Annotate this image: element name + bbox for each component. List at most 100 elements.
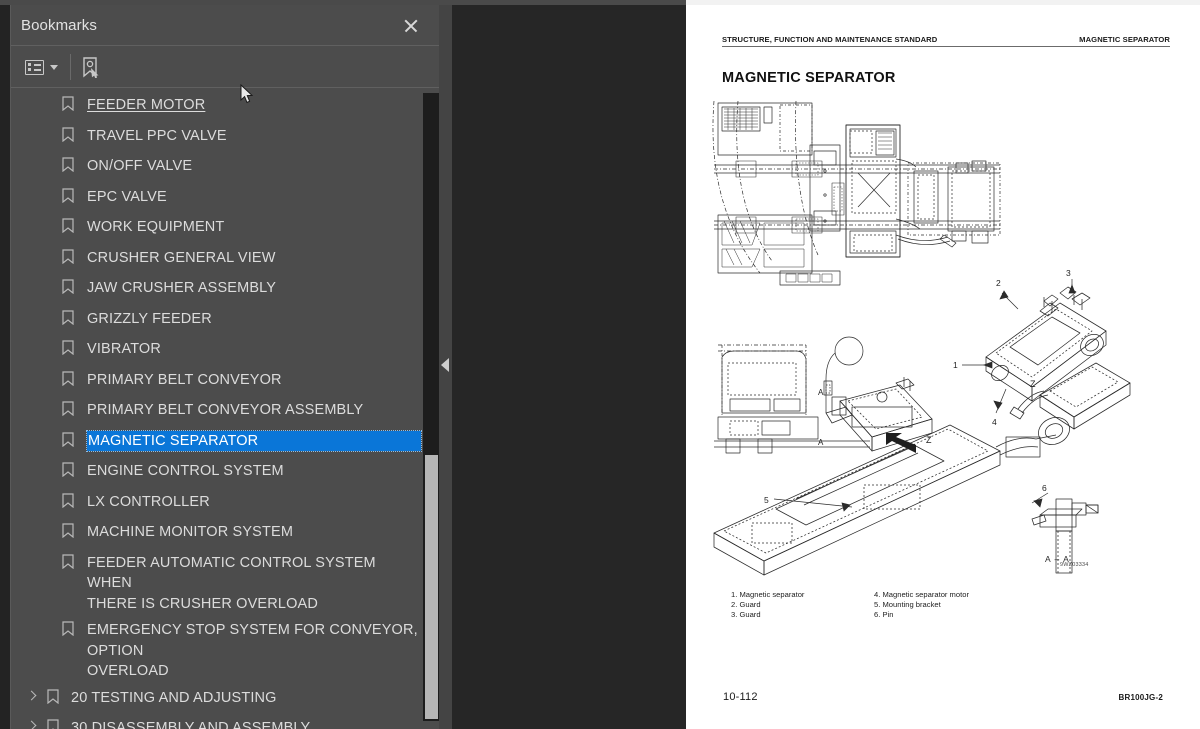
- bookmark-item-label: CRUSHER GENERAL VIEW: [87, 249, 276, 266]
- bookmark-item[interactable]: EMERGENCY STOP SYSTEM FOR CONVEYOR, OPTI…: [11, 614, 440, 682]
- chevron-down-icon: [50, 64, 58, 70]
- bookmark-item[interactable]: ENGINE CONTROL SYSTEM: [11, 455, 440, 486]
- header-right-text: MAGNETIC SEPARATOR: [1079, 35, 1170, 44]
- page-footer: 10-112 BR100JG-2: [723, 691, 1163, 703]
- legend-item: 4. Magnetic separator motor: [874, 590, 969, 599]
- close-icon[interactable]: [401, 16, 421, 36]
- svg-text:4: 4: [992, 417, 997, 427]
- bookmark-item[interactable]: 20 TESTING AND ADJUSTING: [11, 682, 440, 713]
- bookmark-item-label: WORK EQUIPMENT: [87, 219, 225, 235]
- bookmark-icon: [62, 96, 74, 111]
- bookmark-options-button[interactable]: [25, 55, 58, 79]
- bookmark-item-label: PRIMARY BELT CONVEYOR: [87, 371, 282, 388]
- new-bookmark-icon: [81, 56, 101, 78]
- bookmark-icon: [62, 401, 74, 416]
- svg-text:6: 6: [1042, 483, 1047, 493]
- bookmark-icon: [62, 431, 74, 447]
- bookmark-icon: [62, 462, 74, 477]
- bookmark-item-label: 20 TESTING AND ADJUSTING: [71, 689, 277, 706]
- bookmark-icon: [62, 621, 74, 636]
- bookmark-item[interactable]: JAW CRUSHER ASSEMBLY: [11, 272, 440, 303]
- bookmark-item-label: 30 DISASSEMBLY AND ASSEMBLY: [71, 720, 311, 729]
- bookmark-icon: [62, 309, 74, 325]
- bookmarks-list[interactable]: FEEDER MOTOR TRAVEL PPC VALVE ON/OFF VALVE…: [11, 89, 440, 729]
- document-viewer-backdrop: [452, 5, 686, 729]
- drawing-code: 9WZ03334: [1060, 562, 1089, 568]
- bookmark-item[interactable]: FEEDER MOTOR: [11, 89, 440, 120]
- svg-text:A: A: [818, 438, 824, 447]
- bookmark-item-label: LX CONTROLLER: [87, 493, 210, 510]
- bookmark-item-label: PRIMARY BELT CONVEYOR ASSEMBLY: [87, 402, 364, 418]
- bookmark-item-label: ON/OFF VALVE: [87, 158, 193, 174]
- bookmark-item-label: MACHINE MONITOR SYSTEM: [87, 524, 294, 540]
- bookmark-item-label: EPC VALVE: [87, 188, 167, 205]
- list-options-icon: [25, 59, 44, 75]
- bookmark-icon: [62, 492, 74, 508]
- bookmark-item-label: FEEDER MOTOR: [87, 97, 206, 113]
- header-left-text: STRUCTURE, FUNCTION AND MAINTENANCE STAN…: [722, 35, 938, 44]
- bookmark-item-label: TRAVEL PPC VALVE: [87, 127, 227, 144]
- svg-text:Z: Z: [1030, 379, 1036, 389]
- bookmark-icon: [62, 340, 74, 355]
- bookmark-item[interactable]: CRUSHER GENERAL VIEW: [11, 242, 440, 273]
- bookmark-icon: [62, 157, 74, 172]
- bookmark-icon: [62, 126, 74, 142]
- legend-item: 5. Mounting bracket: [874, 600, 941, 610]
- bookmark-icon: [62, 279, 74, 294]
- bookmark-item[interactable]: TRAVEL PPC VALVE: [11, 120, 440, 151]
- bookmark-item[interactable]: PRIMARY BELT CONVEYOR ASSEMBLY: [11, 394, 440, 425]
- new-bookmark-button[interactable]: [81, 55, 101, 79]
- bookmark-item[interactable]: MACHINE MONITOR SYSTEM: [11, 516, 440, 547]
- bookmark-item[interactable]: MAGNETIC SEPARATOR: [11, 425, 440, 456]
- svg-text:1: 1: [953, 360, 958, 370]
- legend-column-left: 1. Magnetic separator 2. Guard 3. Guard: [731, 590, 804, 621]
- bookmarks-panel-header: Bookmarks: [11, 5, 439, 46]
- bookmark-icon: [62, 553, 74, 569]
- bookmark-item-label: FEEDER AUTOMATIC CONTROL SYSTEM WHEN THE…: [87, 554, 376, 612]
- bookmark-item[interactable]: EPC VALVE: [11, 181, 440, 212]
- bookmark-icon: [62, 218, 74, 233]
- bookmark-item[interactable]: LX CONTROLLER: [11, 486, 440, 517]
- page-number: 10-112: [723, 691, 758, 703]
- bookmark-icon: [47, 688, 59, 704]
- bookmark-icon: [47, 719, 59, 729]
- bookmark-icon: [62, 248, 74, 264]
- legend-item: 3. Guard: [731, 610, 761, 620]
- page-title: MAGNETIC SEPARATOR: [722, 70, 896, 86]
- bookmark-item-label: EMERGENCY STOP SYSTEM FOR CONVEYOR, OPTI…: [87, 622, 418, 679]
- bookmark-icon: [62, 370, 74, 386]
- bookmark-icon: [62, 187, 74, 203]
- panel-title: Bookmarks: [21, 17, 97, 34]
- svg-text:A: A: [818, 388, 824, 397]
- model-number: BR100JG-2: [1118, 693, 1163, 702]
- document-running-header: STRUCTURE, FUNCTION AND MAINTENANCE STAN…: [722, 35, 1170, 47]
- bookmarks-toolbar: [11, 46, 439, 88]
- bookmark-item-label: GRIZZLY FEEDER: [87, 310, 212, 327]
- svg-text:2: 2: [996, 278, 1001, 288]
- svg-text:Z: Z: [926, 435, 932, 445]
- bookmark-item[interactable]: PRIMARY BELT CONVEYOR: [11, 364, 440, 395]
- magnetic-separator-technical-drawing: 3 2 1 4 5 6 Z Z A A: [700, 95, 1180, 585]
- bookmark-item-label: ENGINE CONTROL SYSTEM: [87, 463, 284, 479]
- bookmark-item[interactable]: FEEDER AUTOMATIC CONTROL SYSTEM WHEN THE…: [11, 547, 440, 615]
- pdf-reader-window: Bookmarks FEEDER MOTOR TRAVEL PPC VALVE …: [0, 0, 1200, 729]
- bookmark-item[interactable]: VIBRATOR: [11, 333, 440, 364]
- bookmark-item-label: MAGNETIC SEPARATOR: [86, 429, 422, 452]
- bookmarks-scrollbar-thumb[interactable]: [425, 455, 438, 719]
- bookmark-item-label: VIBRATOR: [87, 341, 161, 357]
- legend-item: 2. Guard: [731, 600, 761, 610]
- bookmark-icon: [62, 523, 74, 538]
- chevron-right-icon[interactable]: [26, 720, 37, 729]
- chevron-right-icon[interactable]: [26, 690, 37, 700]
- bookmark-item-label: JAW CRUSHER ASSEMBLY: [87, 280, 277, 296]
- svg-text:5: 5: [764, 495, 769, 505]
- bookmark-item[interactable]: WORK EQUIPMENT: [11, 211, 440, 242]
- svg-text:3: 3: [1066, 268, 1071, 278]
- bookmark-item[interactable]: ON/OFF VALVE: [11, 150, 440, 181]
- bookmarks-panel: Bookmarks FEEDER MOTOR TRAVEL PPC VALVE …: [10, 5, 440, 729]
- bookmark-item[interactable]: 30 DISASSEMBLY AND ASSEMBLY: [11, 712, 440, 729]
- collapse-left-icon[interactable]: [441, 358, 449, 372]
- legend-item: 6. Pin: [874, 610, 894, 620]
- toolbar-separator: [70, 54, 71, 80]
- bookmark-item[interactable]: GRIZZLY FEEDER: [11, 303, 440, 334]
